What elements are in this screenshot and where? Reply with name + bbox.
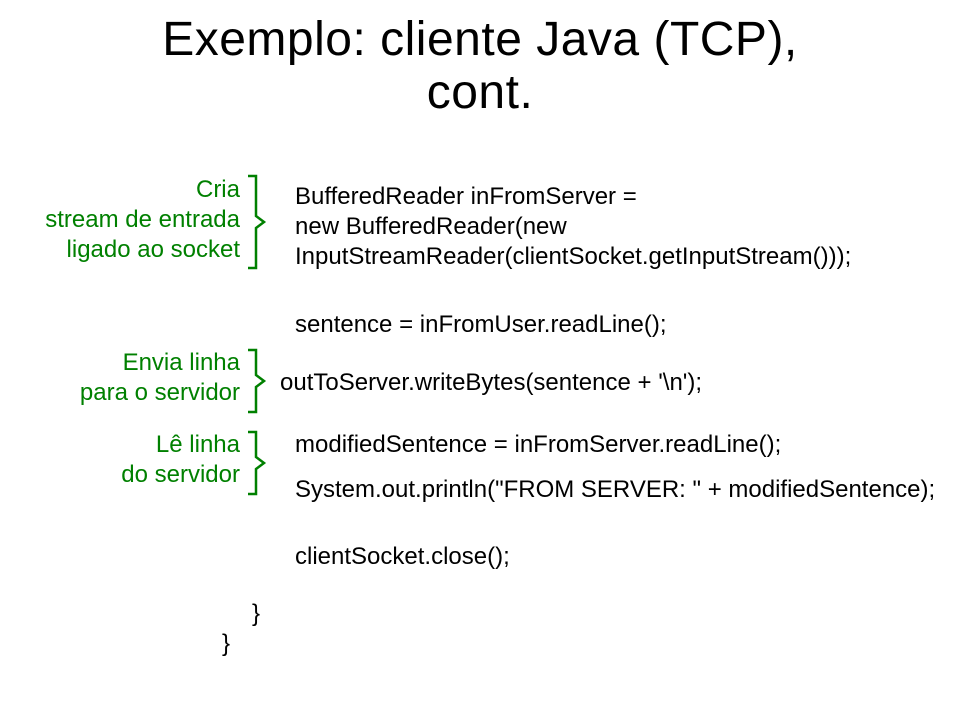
- code-c8: clientSocket.close();: [295, 543, 510, 570]
- annotation-send-l1: Envia linha: [123, 349, 240, 376]
- annotation-stream-l3: ligado ao socket: [67, 236, 240, 263]
- title-line-1: Exemplo: cliente Java (TCP),: [162, 13, 798, 66]
- code-c5: outToServer.writeBytes(sentence + '\n');: [280, 369, 702, 396]
- bracket-icon: [246, 428, 272, 498]
- annotation-stream: Cria stream de entrada ligado ao socket: [45, 175, 240, 265]
- code-close: clientSocket.close();: [295, 542, 510, 572]
- code-println: System.out.println("FROM SERVER: " + mod…: [295, 475, 935, 505]
- annotation-stream-l1: Cria: [196, 176, 240, 203]
- code-c3: InputStreamReader(clientSocket.getInputS…: [295, 243, 851, 270]
- slide-title: Exemplo: cliente Java (TCP), cont.: [0, 0, 960, 120]
- code-sentence: sentence = inFromUser.readLine();: [295, 310, 667, 340]
- code-b2: }: [222, 630, 230, 657]
- code-c1: BufferedReader inFromServer =: [295, 183, 637, 210]
- code-brace-1: }: [252, 600, 260, 628]
- annotation-read: Lê linha do servidor: [121, 430, 240, 490]
- title-line-2: cont.: [427, 66, 534, 119]
- code-b1: }: [252, 600, 260, 627]
- annotation-read-l2: do servidor: [121, 461, 240, 488]
- code-modified: modifiedSentence = inFromServer.readLine…: [295, 430, 781, 460]
- slide: Exemplo: cliente Java (TCP), cont. Cria …: [0, 0, 960, 716]
- code-c6: modifiedSentence = inFromServer.readLine…: [295, 431, 781, 458]
- annotation-send: Envia linha para o servidor: [80, 348, 240, 408]
- code-c7: System.out.println("FROM SERVER: " + mod…: [295, 476, 935, 503]
- annotation-read-l1: Lê linha: [156, 431, 240, 458]
- bracket-icon: [246, 172, 272, 272]
- annotation-send-l2: para o servidor: [80, 379, 240, 406]
- bracket-icon: [246, 346, 272, 416]
- annotation-stream-l2: stream de entrada: [45, 206, 240, 233]
- code-buffered-reader: BufferedReader inFromServer = new Buffer…: [295, 182, 851, 272]
- code-brace-2: }: [222, 630, 230, 658]
- code-c2: new BufferedReader(new: [295, 213, 567, 240]
- code-outtoserver: outToServer.writeBytes(sentence + '\n');: [280, 368, 702, 398]
- code-c4: sentence = inFromUser.readLine();: [295, 311, 667, 338]
